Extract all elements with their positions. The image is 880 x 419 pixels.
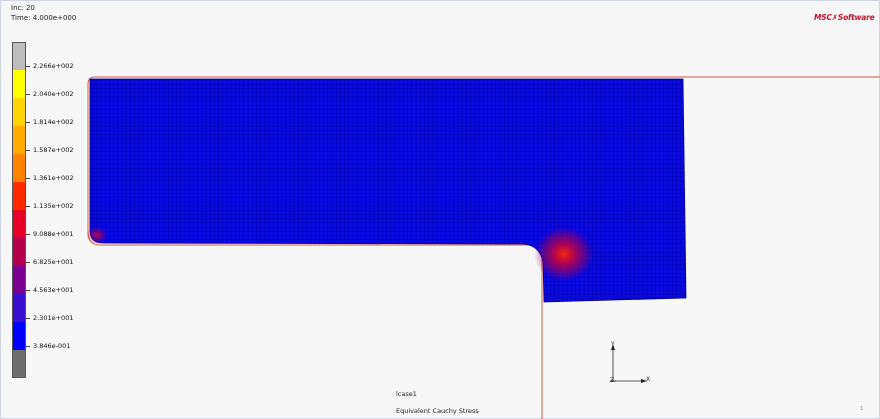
result-quantity-name: Equivalent Cauchy Stress	[396, 407, 479, 415]
axis-triad: Y X Z	[610, 341, 650, 384]
axis-x-label: X	[646, 376, 650, 383]
load-case-name: lcase1	[396, 390, 417, 398]
stress-hotspot-corner	[534, 226, 594, 282]
axis-z-label: Z	[610, 377, 614, 384]
model-viewport[interactable]: Y X Z	[0, 0, 880, 419]
mesh-workpiece[interactable]	[89, 78, 687, 303]
axis-y-label: Y	[610, 341, 615, 348]
stress-hotspot-fillet	[86, 226, 108, 244]
page-number: 1	[860, 406, 864, 412]
